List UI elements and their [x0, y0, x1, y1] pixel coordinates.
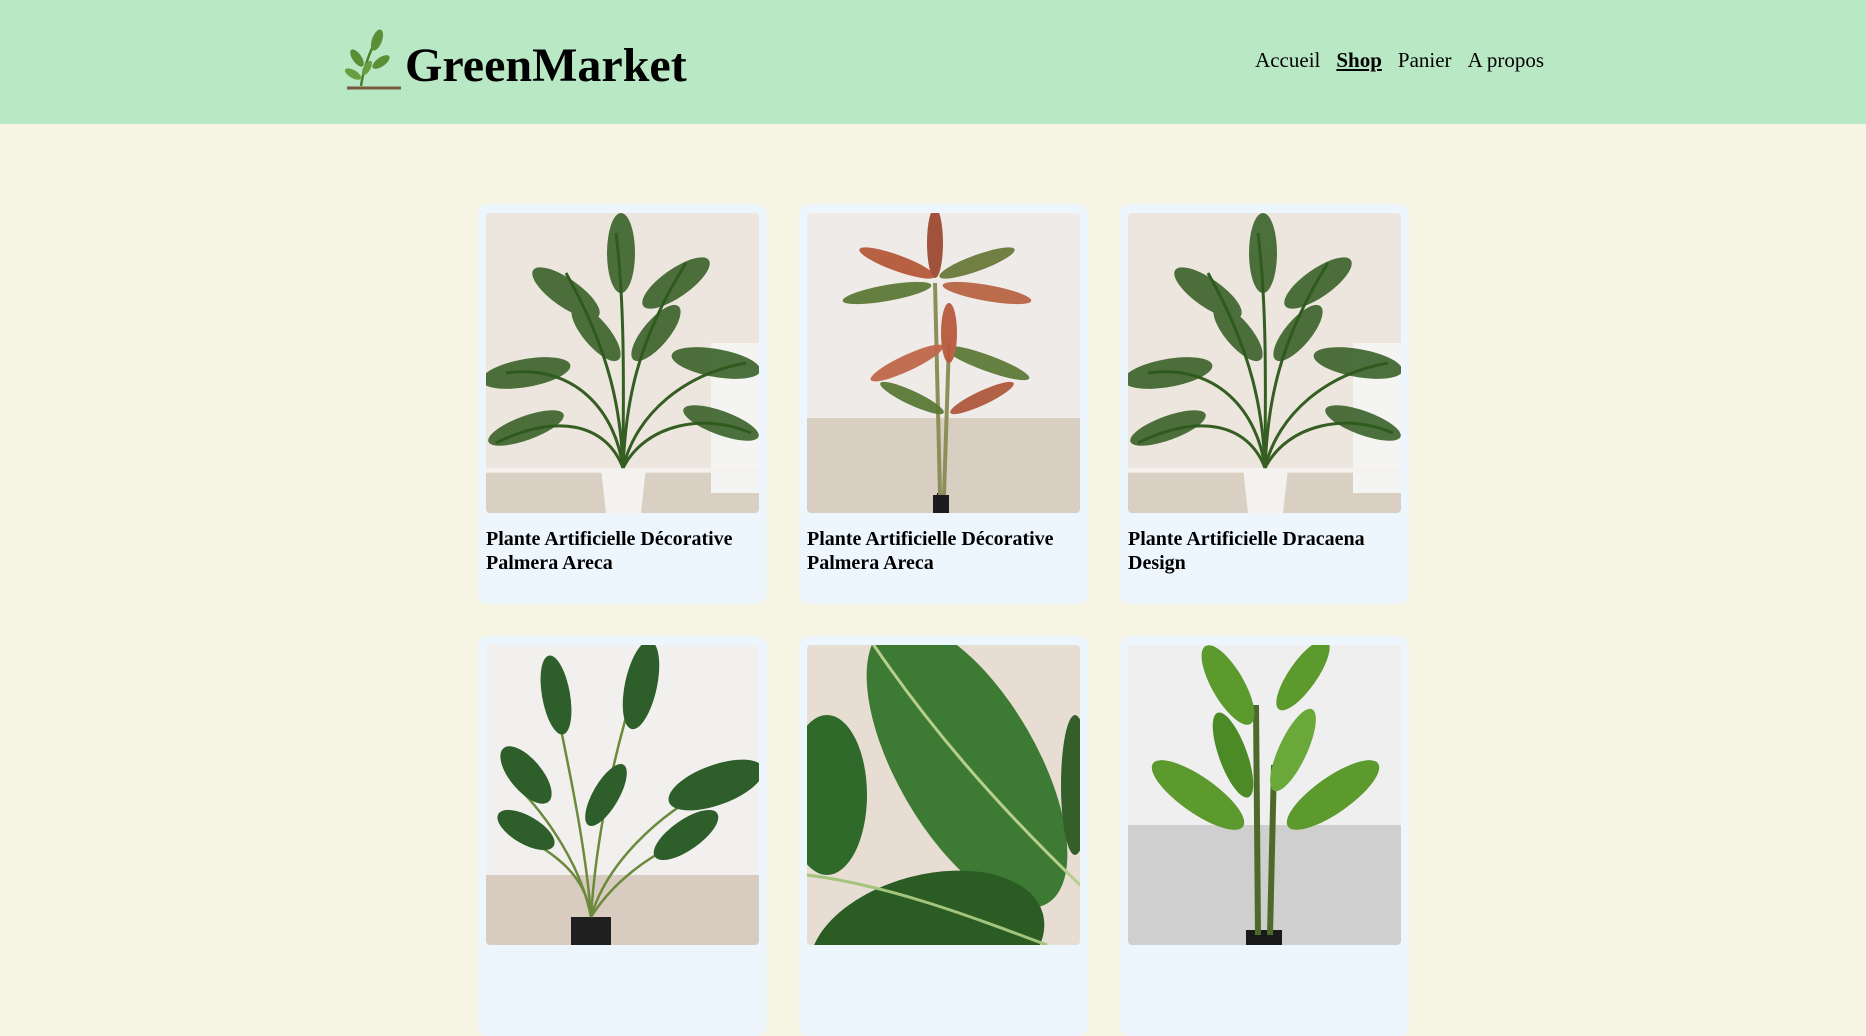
palm-plant-image [486, 213, 759, 513]
product-card[interactable] [799, 636, 1088, 1036]
dracaena-plant-image [807, 213, 1080, 513]
site-header: GreenMarket Accueil Shop Panier A propos [0, 0, 1866, 124]
strelitzia-plant-image [486, 645, 759, 945]
product-title[interactable]: Plante Artificielle Dracaena Design [1128, 527, 1401, 575]
brand-name: GreenMarket [405, 39, 687, 92]
product-card[interactable] [1120, 636, 1409, 1036]
product-title[interactable]: Plante Artificielle Décorative Palmera A… [807, 527, 1080, 575]
leaf-closeup-image [807, 645, 1080, 945]
nav-accueil[interactable]: Accueil [1255, 48, 1320, 73]
sprout-icon [345, 28, 403, 90]
brand[interactable]: GreenMarket [345, 28, 687, 90]
nav-shop[interactable]: Shop [1336, 48, 1382, 73]
product-card[interactable]: Plante Artificielle Décorative Palmera A… [478, 204, 767, 604]
palm-plant-image [1128, 213, 1401, 513]
product-card[interactable]: Plante Artificielle Dracaena Design [1120, 204, 1409, 604]
product-card[interactable]: Plante Artificielle Décorative Palmera A… [799, 204, 1088, 604]
product-card[interactable] [478, 636, 767, 1036]
product-grid: Plante Artificielle Décorative Palmera A… [478, 204, 1409, 1036]
nav-panier[interactable]: Panier [1398, 48, 1452, 73]
banana-plant-image [1128, 645, 1401, 945]
product-title[interactable]: Plante Artificielle Décorative Palmera A… [486, 527, 759, 575]
main-nav: Accueil Shop Panier A propos [1255, 48, 1544, 73]
nav-a-propos[interactable]: A propos [1468, 48, 1544, 73]
